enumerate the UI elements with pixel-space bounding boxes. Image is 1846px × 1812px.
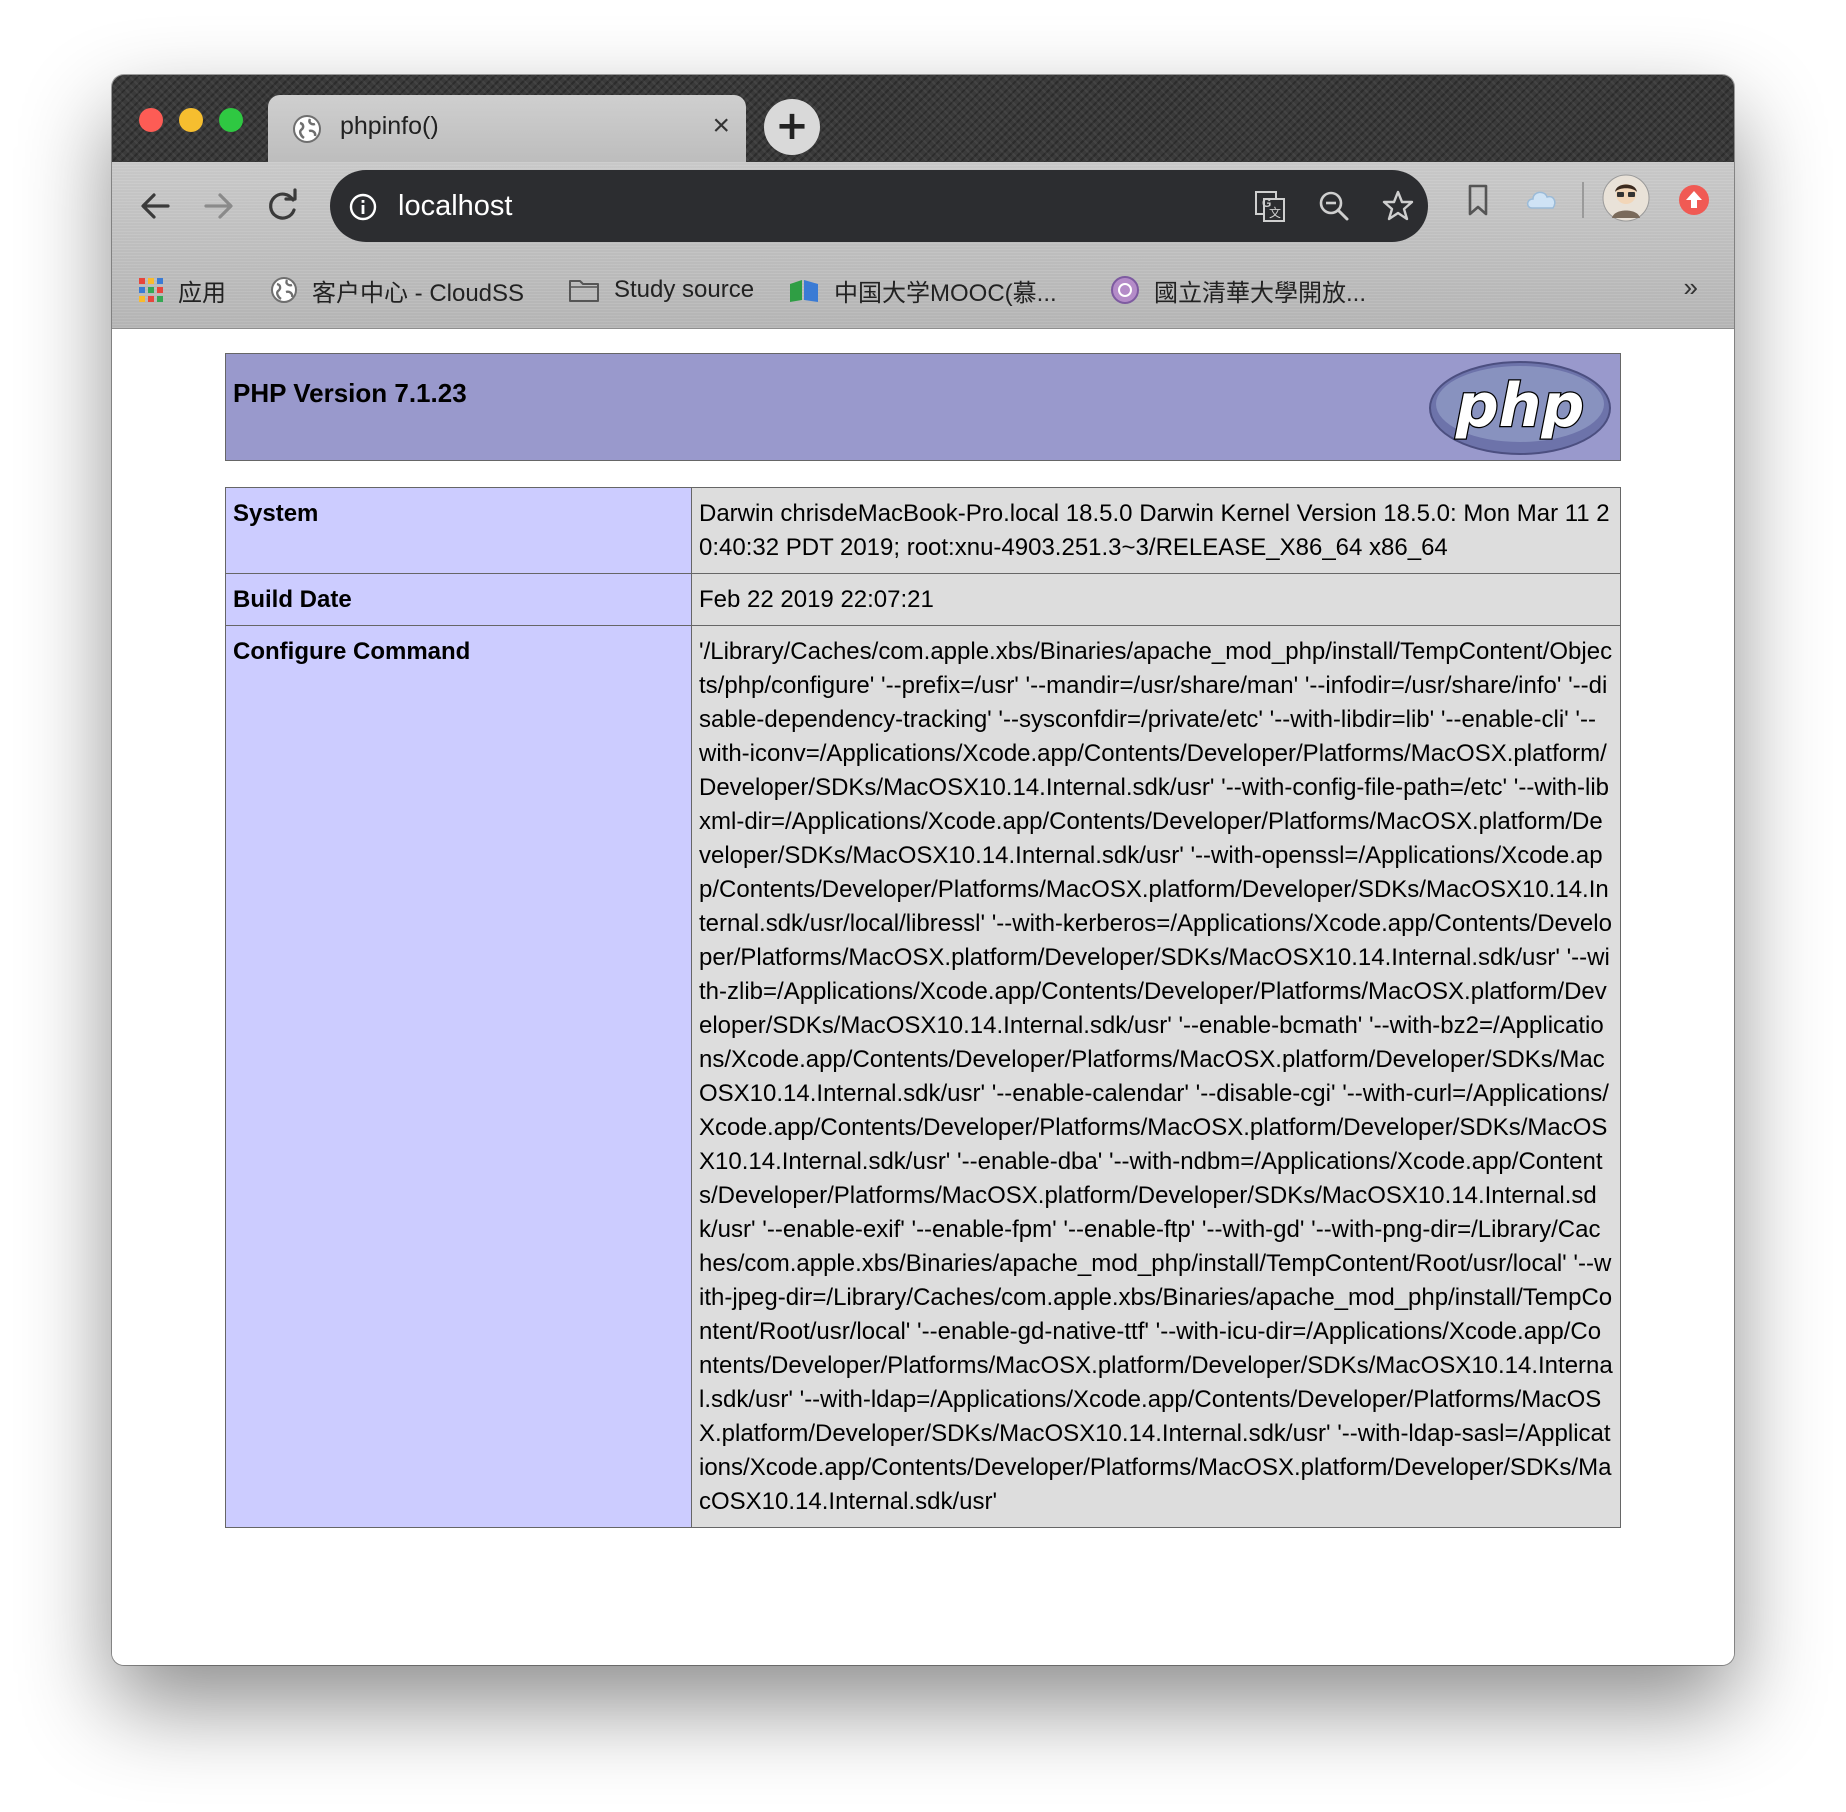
bookmarks-bar: 应用 客户中心 - CloudSS Study source 中国大学MOOC(…: [112, 260, 1734, 320]
url-text: localhost: [398, 190, 513, 222]
globe-icon: [271, 277, 297, 303]
star-icon[interactable]: [1380, 188, 1416, 224]
profile-avatar-icon[interactable]: [1602, 174, 1650, 222]
php-header: PHP Version 7.1.23 php: [225, 353, 1621, 461]
page-content: PHP Version 7.1.23 php System Darwin chr…: [112, 329, 1734, 1665]
bookmark-label: 客户中心 - CloudSS: [312, 279, 525, 307]
info-icon[interactable]: [348, 192, 378, 222]
row-value: '/Library/Caches/com.apple.xbs/Binaries/…: [691, 625, 1621, 1528]
folder-icon: [569, 280, 599, 302]
forward-arrow-icon[interactable]: [196, 184, 240, 228]
bookmark-nthu[interactable]: 國立清華大學開放...: [1110, 272, 1366, 308]
upload-extension-icon[interactable]: [1674, 180, 1714, 220]
nthu-icon: [1111, 276, 1139, 304]
bookmark-icon[interactable]: [1458, 180, 1498, 220]
svg-text:php: php: [1455, 371, 1585, 441]
bookmark-label: 國立清華大學開放...: [1154, 279, 1367, 307]
apps-grid-icon: [139, 278, 163, 302]
bookmark-label: 中国大学MOOC(慕...: [834, 279, 1057, 307]
tab-phpinfo[interactable]: phpinfo() ×: [268, 95, 746, 162]
table-row: System Darwin chrisdeMacBook-Pro.local 1…: [225, 487, 1621, 574]
browser-window: phpinfo() × + localhost G 文 应用 客户中心 - Cl…: [112, 75, 1734, 1665]
bookmark-label: 应用: [178, 279, 226, 307]
row-key: Configure Command: [225, 625, 692, 1528]
window-close-button[interactable]: [139, 108, 163, 132]
mooc-icon: [790, 280, 818, 302]
tab-close-icon[interactable]: ×: [712, 109, 730, 143]
globe-icon: [293, 115, 321, 143]
zoom-out-icon[interactable]: [1316, 188, 1352, 224]
bookmark-mooc[interactable]: 中国大学MOOC(慕...: [788, 272, 1057, 308]
table-row: Build Date Feb 22 2019 22:07:21: [225, 573, 1621, 626]
cloud-extension-icon[interactable]: [1522, 180, 1562, 220]
toolbar-separator: [1582, 182, 1584, 218]
bookmark-apps[interactable]: 应用: [138, 272, 226, 308]
new-tab-button[interactable]: +: [764, 99, 820, 155]
svg-text:文: 文: [1269, 205, 1281, 220]
bookmark-study-source[interactable]: Study source: [568, 272, 754, 308]
reload-icon[interactable]: [260, 184, 304, 228]
table-row: Configure Command '/Library/Caches/com.a…: [225, 625, 1621, 1528]
bookmarks-overflow-button[interactable]: »: [1684, 272, 1698, 303]
phpinfo-table: System Darwin chrisdeMacBook-Pro.local 1…: [225, 487, 1621, 1528]
tab-title: phpinfo(): [340, 112, 439, 140]
toolbar: localhost G 文 应用 客户中心 - CloudSS Study so…: [112, 162, 1734, 329]
row-value: Feb 22 2019 22:07:21: [691, 573, 1621, 626]
back-arrow-icon[interactable]: [134, 184, 178, 228]
page-title: PHP Version 7.1.23: [233, 378, 467, 408]
window-minimize-button[interactable]: [179, 108, 203, 132]
php-logo: php: [1429, 361, 1611, 455]
row-key: Build Date: [225, 573, 692, 626]
tab-strip: phpinfo() × +: [112, 75, 1734, 162]
bookmark-label: Study source: [614, 276, 755, 303]
row-key: System: [225, 487, 692, 574]
bookmark-cloudss[interactable]: 客户中心 - CloudSS: [270, 272, 524, 308]
window-maximize-button[interactable]: [219, 108, 243, 132]
translate-icon[interactable]: G 文: [1252, 188, 1288, 224]
row-value: Darwin chrisdeMacBook-Pro.local 18.5.0 D…: [691, 487, 1621, 574]
address-bar[interactable]: localhost G 文: [330, 170, 1428, 242]
